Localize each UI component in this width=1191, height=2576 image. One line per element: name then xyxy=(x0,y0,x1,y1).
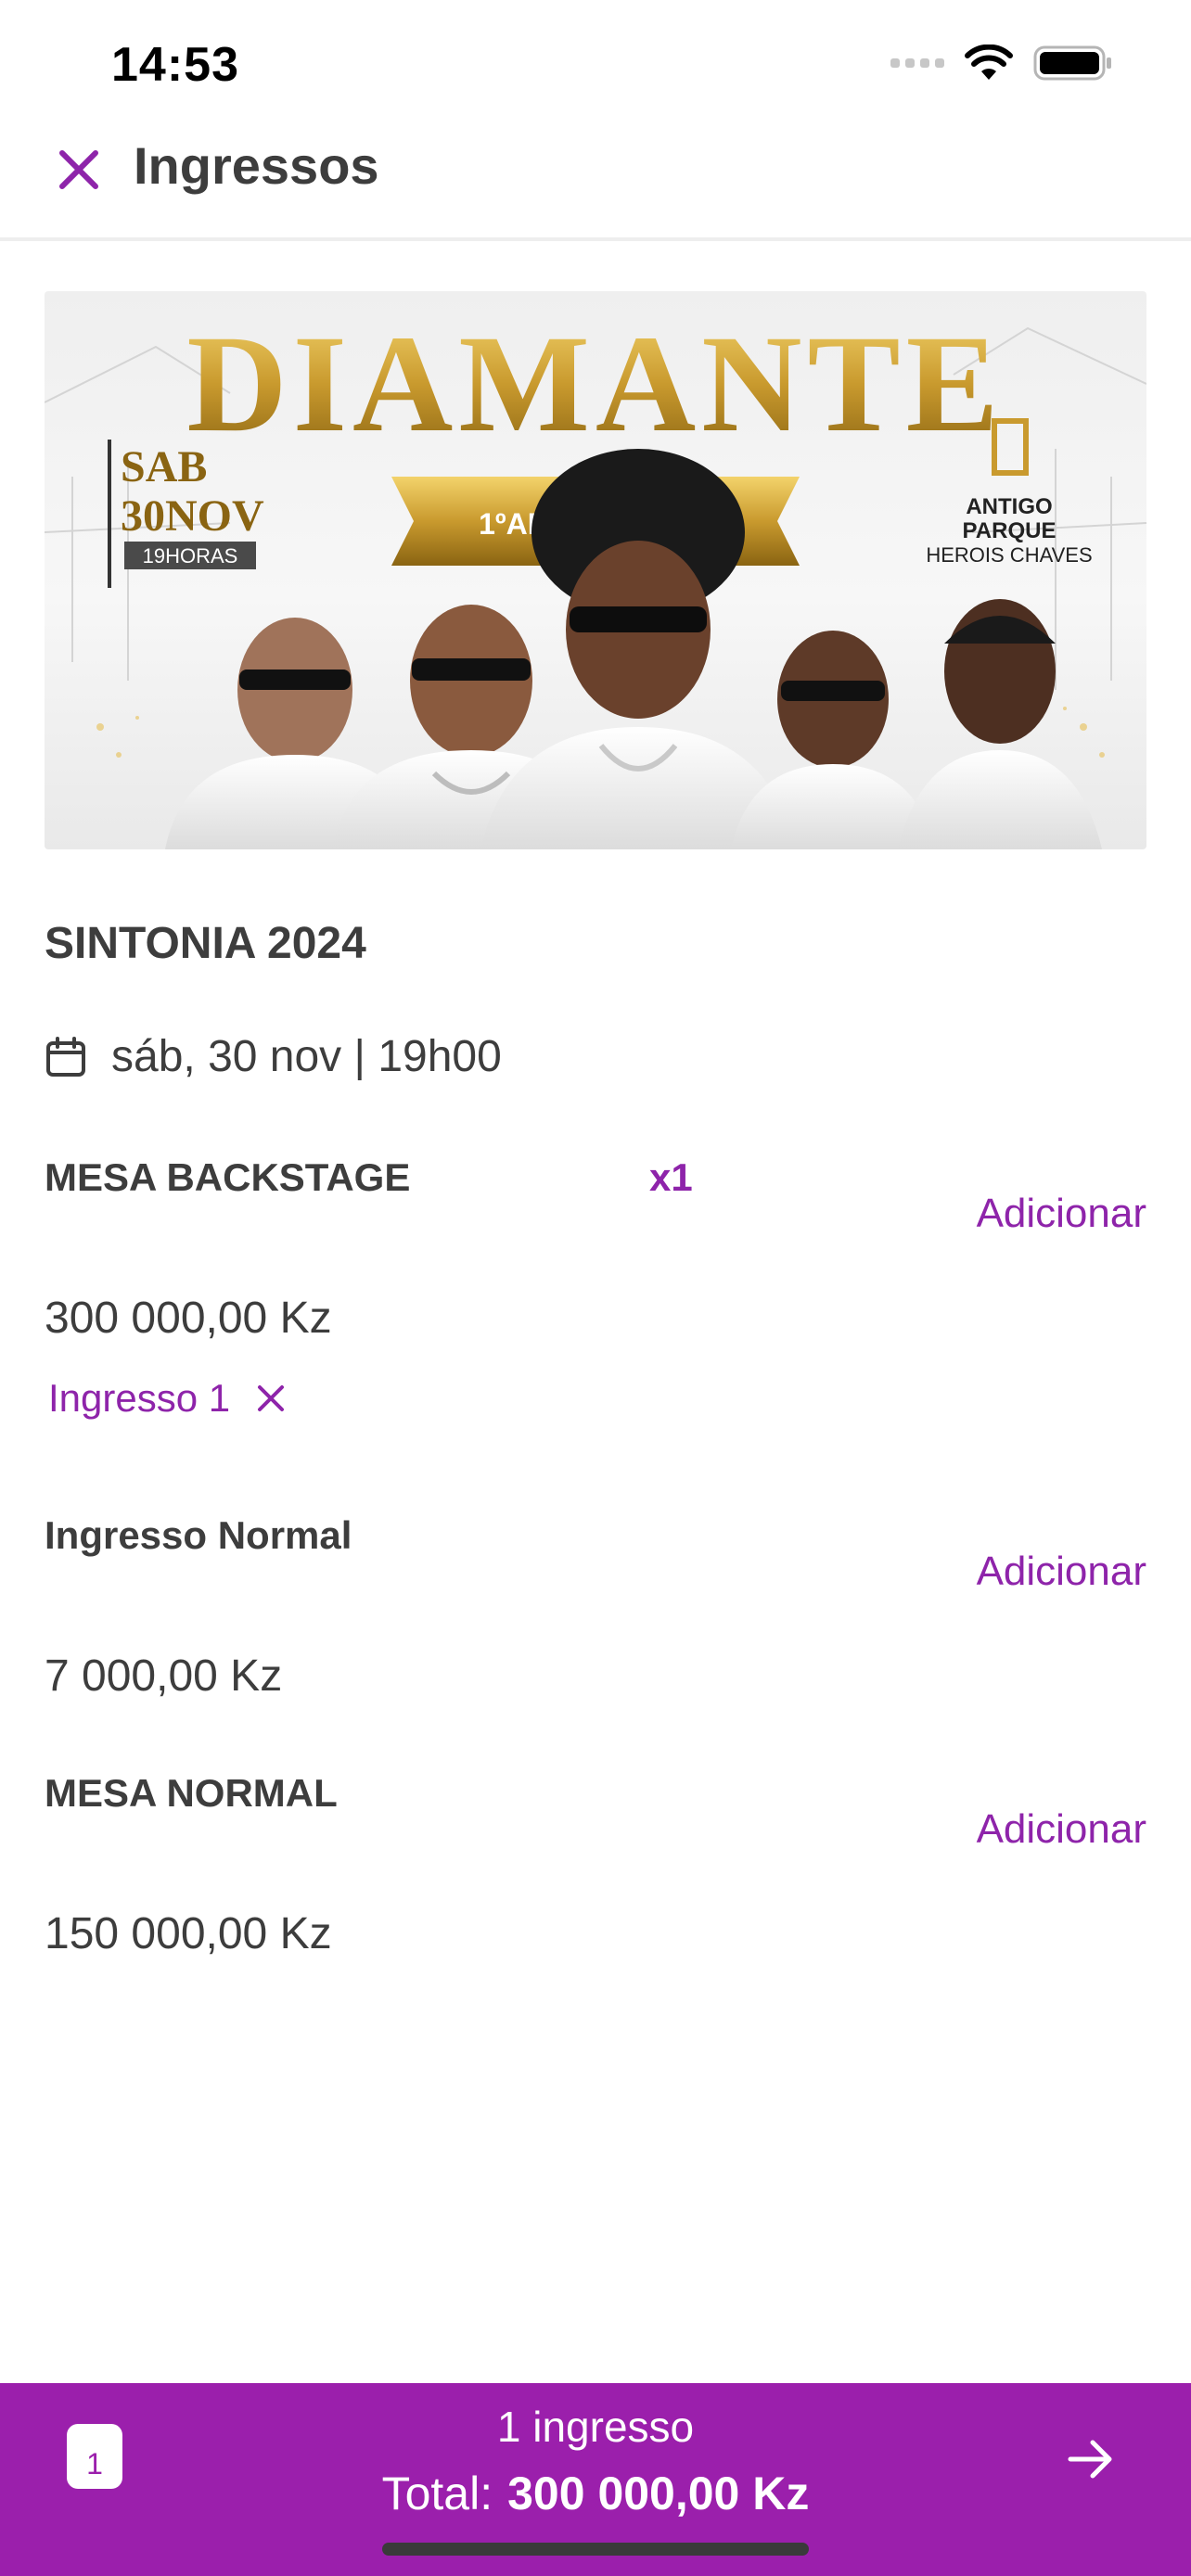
ticket-price: 300 000,00 Kz xyxy=(45,1294,332,1343)
home-indicator[interactable] xyxy=(382,2543,809,2556)
status-bar: 14:53 xyxy=(0,0,1191,121)
ticket-summary: 1 ingresso xyxy=(496,2403,695,2451)
event-date: sáb, 30 nov | 19h00 xyxy=(111,1032,502,1081)
banner-date: 30NOV xyxy=(121,491,264,541)
event-date-row: sáb, 30 nov | 19h00 xyxy=(45,1031,502,1082)
status-icons xyxy=(890,45,1113,82)
ticket-name: Ingresso Normal xyxy=(45,1513,352,1557)
banner-venue-2: PARQUE xyxy=(963,518,1057,543)
banner-venue-1: ANTIGO xyxy=(966,494,1052,519)
ticket-price: 7 000,00 Kz xyxy=(45,1651,283,1701)
arrow-right-icon xyxy=(1068,2440,1112,2479)
selected-ticket-label: Ingresso 1 xyxy=(48,1376,231,1420)
remove-icon[interactable] xyxy=(256,1384,286,1413)
banner-headline: DIAMANTE xyxy=(186,307,1004,461)
total-row: Total: 300 000,00 Kz xyxy=(0,2467,1191,2520)
selected-ticket-chip[interactable]: Ingresso 1 xyxy=(48,1376,286,1421)
ticket-quantity: x1 xyxy=(649,1155,693,1199)
ticket-mesa-normal: MESA NORMAL Adicionar 150 000,00 Kz xyxy=(45,1771,1146,1975)
calendar-icon xyxy=(46,1036,85,1077)
total-label: Total: xyxy=(381,2468,493,2519)
ticket-name: MESA BACKSTAGE xyxy=(45,1155,411,1199)
add-ticket-button[interactable]: Adicionar xyxy=(977,1191,1146,1237)
ticket-name: MESA NORMAL xyxy=(45,1771,338,1815)
continue-button[interactable] xyxy=(1056,2424,1126,2494)
event-banner-image: DIAMANTE 1ºANIVERSÁRIO SAB 30NOV 19HORAS… xyxy=(45,291,1146,849)
navigation-header: Ingressos xyxy=(0,121,1191,241)
add-ticket-button[interactable]: Adicionar xyxy=(977,1549,1146,1595)
status-time: 14:53 xyxy=(111,38,239,92)
banner-venue-3: HEROIS CHAVES xyxy=(926,543,1092,567)
total-value: 300 000,00 Kz xyxy=(507,2468,810,2519)
close-icon xyxy=(59,150,98,189)
banner-time: 19HORAS xyxy=(143,544,238,567)
ticket-price: 150 000,00 Kz xyxy=(45,1909,332,1958)
banner-date-day: SAB xyxy=(121,442,207,491)
banner-artists xyxy=(165,449,1102,849)
ticket-mesa-backstage: MESA BACKSTAGE x1 Adicionar 300 000,00 K… xyxy=(45,1155,1146,1434)
cellular-signal-icon xyxy=(890,58,944,68)
battery-icon xyxy=(1033,45,1111,81)
event-title: SINTONIA 2024 xyxy=(45,919,366,968)
close-button[interactable] xyxy=(48,139,109,200)
wifi-icon xyxy=(965,45,1013,80)
add-ticket-button[interactable]: Adicionar xyxy=(977,1806,1146,1853)
page-title: Ingressos xyxy=(134,136,379,195)
ticket-ingresso-normal: Ingresso Normal Adicionar 7 000,00 Kz xyxy=(45,1513,1146,1717)
